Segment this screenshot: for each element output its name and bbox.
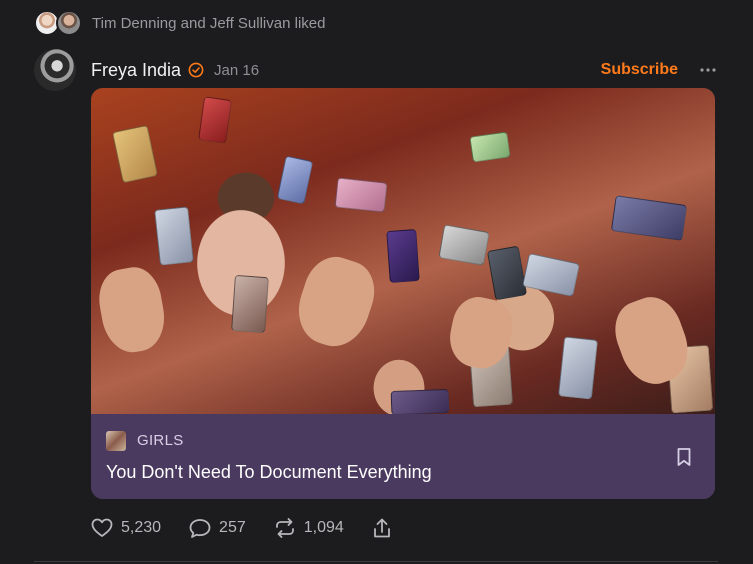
- restack-icon: [274, 518, 296, 538]
- verified-icon: [188, 62, 204, 78]
- like-button[interactable]: 5,230: [91, 518, 161, 538]
- bookmark-icon[interactable]: [675, 447, 693, 467]
- share-icon[interactable]: [372, 518, 392, 539]
- heart-icon: [91, 518, 113, 538]
- like-count: 5,230: [121, 519, 162, 536]
- post-header: Freya India Jan 16 Subscribe: [34, 49, 718, 91]
- author-name[interactable]: Freya India: [91, 60, 181, 81]
- post-cover-image[interactable]: [91, 88, 715, 416]
- author-avatar[interactable]: [34, 49, 76, 91]
- restack-button[interactable]: 1,094: [274, 518, 344, 538]
- liked-by-row: Tim Denning and Jeff Sullivan liked: [34, 10, 325, 36]
- post-date: Jan 16: [214, 61, 260, 79]
- comment-count: 257: [219, 519, 246, 536]
- restack-count: 1,094: [303, 519, 344, 536]
- liked-by-text: Tim Denning and Jeff Sullivan liked: [92, 14, 326, 32]
- comment-button[interactable]: 257: [189, 518, 246, 539]
- post-card-footer[interactable]: GIRLS You Don't Need To Document Everyth…: [91, 414, 715, 499]
- more-icon[interactable]: [698, 60, 718, 80]
- post-card[interactable]: GIRLS You Don't Need To Document Everyth…: [91, 88, 715, 499]
- publication-logo: [106, 431, 126, 451]
- avatar[interactable]: [56, 10, 82, 36]
- subscribe-button[interactable]: Subscribe: [601, 61, 678, 79]
- post-title[interactable]: You Don't Need To Document Everything: [106, 462, 432, 483]
- comment-icon: [189, 518, 211, 539]
- publication-name[interactable]: GIRLS: [137, 432, 184, 449]
- liked-by-avatars: [34, 10, 84, 36]
- divider: [34, 561, 718, 562]
- post-actions: 5,230 257 1,094: [91, 515, 392, 541]
